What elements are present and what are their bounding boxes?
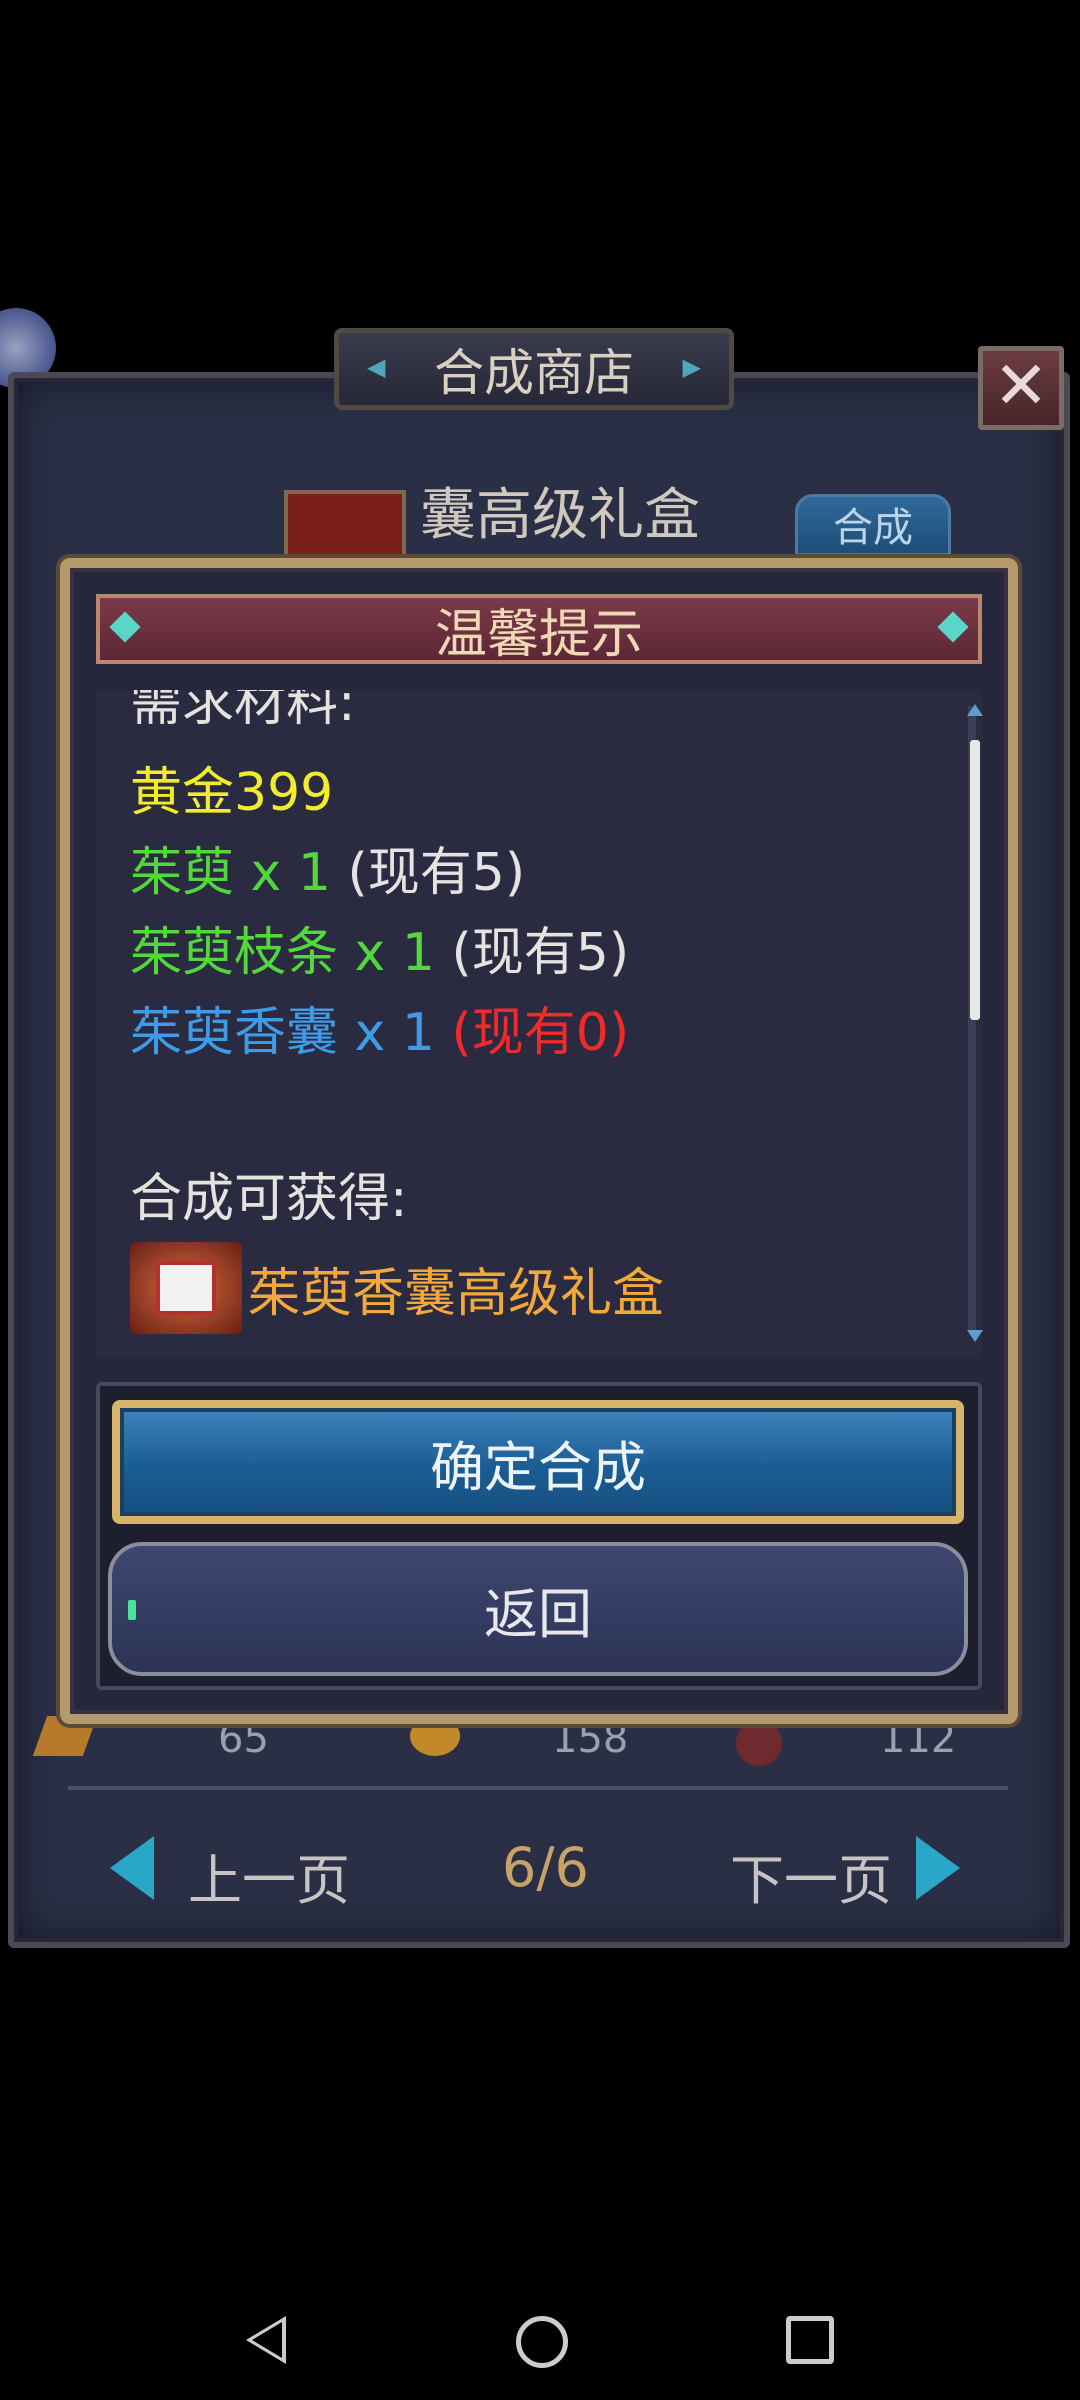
prev-page-button[interactable]: 上一页 — [188, 1836, 350, 1915]
scroll-up-icon[interactable] — [967, 704, 983, 716]
obtain-label: 合成可获得: — [130, 1169, 408, 1229]
chevron-right-icon: ▶ — [682, 353, 701, 381]
requirement-row: 茱萸枝条 x 1 (现有5) — [130, 910, 629, 985]
back-label: 返回 — [484, 1582, 592, 1646]
reward-row: 茱萸香囊高级礼盒 — [130, 1242, 664, 1334]
requirement-qty: x 1 — [338, 923, 452, 983]
prev-arrow-icon[interactable] — [110, 1836, 154, 1900]
gift-box-icon — [130, 1242, 242, 1334]
requirement-row: 黄金399 — [130, 750, 333, 825]
dialog-header: 温馨提示 — [96, 594, 982, 665]
requirement-owned: (现有5) — [347, 843, 526, 903]
item-thumbnail — [284, 490, 406, 560]
close-button[interactable]: ✕ — [978, 346, 1064, 430]
requirements-heading: 需求材料: — [130, 690, 356, 733]
page-indicator: 6/6 — [502, 1836, 589, 1899]
compose-tab[interactable]: 合成 — [795, 494, 951, 556]
confirm-compose-button[interactable]: 确定合成 — [112, 1400, 964, 1524]
ornament-icon — [937, 611, 969, 643]
requirement-name: 黄金399 — [130, 763, 334, 823]
nav-recents-icon[interactable] — [786, 2316, 834, 2364]
reward-name: 茱萸香囊高级礼盒 — [248, 1263, 665, 1324]
requirement-name: 茱萸 — [130, 843, 235, 903]
confirm-label: 确定合成 — [430, 1435, 646, 1499]
nav-home-icon[interactable] — [516, 2316, 568, 2368]
next-arrow-icon[interactable] — [916, 1836, 960, 1900]
requirement-qty: x 1 — [338, 1003, 452, 1063]
divider — [68, 1786, 1008, 1790]
requirement-owned: (现有0) — [451, 1003, 630, 1063]
requirement-name: 茱萸枝条 — [130, 923, 339, 983]
item-name: 囊高级礼盒 — [420, 483, 700, 548]
scrollbar-thumb[interactable] — [970, 740, 980, 1020]
coin-icon — [736, 1720, 782, 1766]
requirement-row: 茱萸香囊 x 1 (现有0) — [130, 990, 629, 1065]
chevron-left-icon: ◀ — [367, 353, 386, 381]
scroll-down-icon[interactable] — [967, 1330, 983, 1342]
shop-title: 合成商店 — [434, 344, 634, 402]
next-page-button[interactable]: 下一页 — [730, 1836, 892, 1915]
requirement-qty: x 1 — [234, 843, 348, 903]
requirement-name: 茱萸香囊 — [130, 1003, 339, 1063]
requirement-row: 茱萸 x 1 (现有5) — [130, 830, 525, 905]
indicator-dot-icon — [128, 1600, 136, 1620]
back-button[interactable]: 返回 — [108, 1542, 968, 1676]
ornament-icon — [109, 611, 141, 643]
requirement-owned: (现有5) — [451, 923, 630, 983]
shop-title-plate: ◀ 合成商店 ▶ — [334, 328, 734, 410]
dialog-content[interactable]: 需求材料: 黄金399 茱萸 x 1 (现有5) 茱萸枝条 x 1 (现有5) … — [96, 690, 982, 1358]
close-icon: ✕ — [993, 347, 1049, 424]
dialog-title: 温馨提示 — [434, 604, 643, 665]
